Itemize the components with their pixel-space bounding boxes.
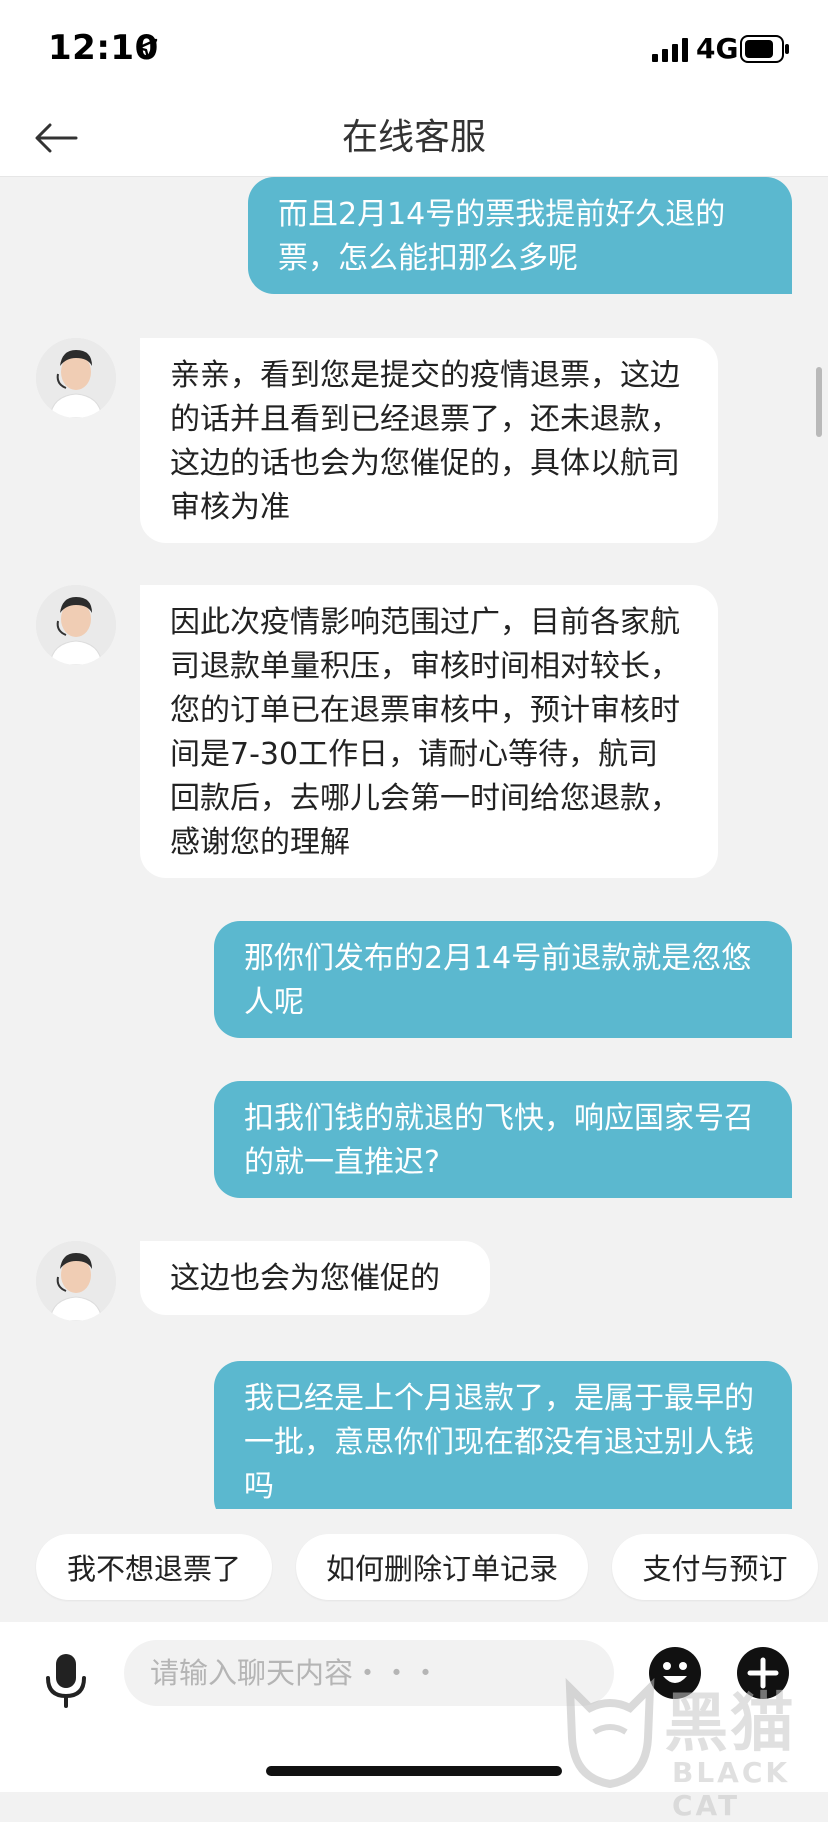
status-bar: 12:10 4G [0, 0, 828, 100]
microphone-icon[interactable] [44, 1652, 88, 1708]
agent-avatar [36, 1241, 116, 1321]
chat-message-list[interactable]: 而且2月14号的票我提前好久退的票，怎么能扣那么多呢 亲亲，看到您是提交的疫情退… [0, 177, 828, 1509]
watermark: 黑猫 BLACK CAT [556, 1672, 828, 1822]
chat-input[interactable] [124, 1640, 614, 1706]
location-arrow-icon [136, 38, 158, 60]
battery-icon [740, 35, 789, 63]
quick-reply-chip[interactable]: 如何删除订单记录 [296, 1534, 588, 1600]
home-indicator [266, 1766, 562, 1776]
agent-avatar-icon [36, 585, 116, 665]
quick-reply-chip[interactable]: 我不想退票了 [36, 1534, 272, 1600]
nav-bar: 在线客服 [0, 100, 828, 177]
user-message: 那你们发布的2月14号前退款就是忽悠人呢 [214, 921, 792, 1038]
watermark-text-en: BLACK CAT [672, 1756, 791, 1822]
black-cat-logo-icon [565, 1678, 655, 1788]
user-message: 我已经是上个月退款了，是属于最早的一批，意思你们现在都没有退过别人钱吗 [214, 1361, 792, 1509]
watermark-text-cn: 黑猫 [664, 1687, 796, 1761]
agent-message: 这边也会为您催促的 [140, 1241, 490, 1315]
agent-avatar [36, 585, 116, 665]
agent-avatar-icon [36, 338, 116, 418]
user-message: 扣我们钱的就退的飞快，响应国家号召的就一直推迟? [214, 1081, 792, 1198]
agent-avatar-icon [36, 1241, 116, 1321]
agent-message: 亲亲，看到您是提交的疫情退票，这边的话并且看到已经退票了，还未退款，这边的话也会… [140, 338, 718, 543]
cellular-signal-icon [652, 38, 688, 62]
scrollbar[interactable] [816, 367, 822, 437]
user-message: 而且2月14号的票我提前好久退的票，怎么能扣那么多呢 [248, 177, 792, 294]
page-title: 在线客服 [341, 117, 486, 158]
quick-reply-chip[interactable]: 支付与预订 [612, 1534, 818, 1600]
network-type: 4G [696, 32, 739, 65]
agent-avatar [36, 338, 116, 418]
quick-reply-bar: 我不想退票了 如何删除订单记录 支付与预订 [0, 1520, 828, 1600]
agent-message: 因此次疫情影响范围过广，目前各家航司退款单量积压，审核时间相对较长，您的订单已在… [140, 585, 718, 878]
